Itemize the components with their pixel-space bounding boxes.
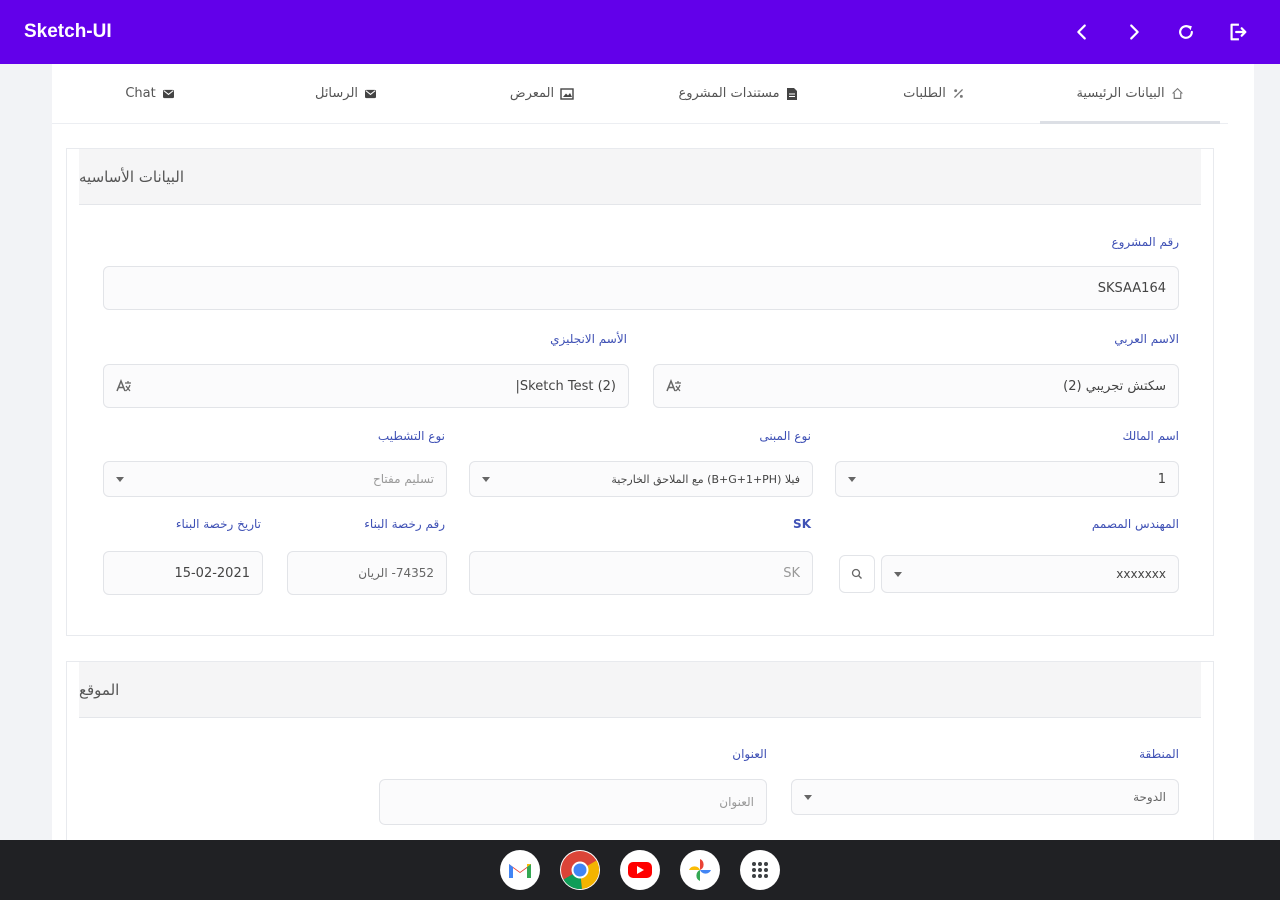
app-grid-icon (752, 862, 768, 878)
permit-number-value: 74352- الريان (358, 566, 434, 580)
arabic-name-label: الاسم العربي (1114, 332, 1179, 346)
arabic-name-field[interactable]: سكتش تجريبي (2) (653, 364, 1179, 408)
tab-label: مستندات المشروع (678, 86, 780, 101)
sk-label: SK (793, 517, 811, 531)
finishing-type-value: تسليم مفتاح (373, 472, 434, 486)
designer-search-button[interactable] (839, 555, 875, 593)
translate-icon[interactable] (666, 379, 682, 393)
gmail-app[interactable] (500, 850, 540, 890)
forward-button[interactable] (1112, 10, 1156, 54)
english-name-value: Sketch Test (2)| (515, 378, 616, 394)
permit-date-value: 15-02-2021 (174, 565, 250, 581)
youtube-app[interactable] (620, 850, 660, 890)
tab-label: الطلبات (903, 86, 946, 101)
permit-number-label: رقم رخصة البناء (364, 517, 445, 531)
building-type-label: نوع المبنى (759, 429, 811, 443)
address-placeholder: العنوان (719, 795, 754, 809)
image-icon (560, 87, 574, 100)
finishing-type-select[interactable]: تسليم مفتاح (103, 461, 447, 497)
back-button[interactable] (1060, 10, 1104, 54)
arabic-name-value: سكتش تجريبي (2) (1063, 378, 1166, 394)
basic-info-title: البيانات الأساسيه (79, 149, 1201, 205)
region-label: المنطقة (1139, 747, 1179, 761)
app-bar: Sketch-UI (0, 0, 1280, 64)
tab-label: البيانات الرئيسية (1076, 86, 1165, 101)
main-content: البيانات الرئيسية الطلبات مستندات المشرو… (52, 64, 1254, 840)
permit-date-field[interactable]: 15-02-2021 (103, 551, 263, 595)
chevron-down-icon (848, 476, 856, 482)
sk-field[interactable]: SK (469, 551, 813, 595)
chevron-down-icon (804, 794, 812, 800)
percent-icon (953, 88, 963, 99)
mail-icon (162, 89, 174, 99)
permit-number-field[interactable]: 74352- الريان (287, 551, 447, 595)
app-title: Sketch-UI (24, 21, 112, 42)
designer-engineer-value: xxxxxxx (1116, 567, 1166, 581)
logout-icon (1230, 23, 1247, 41)
refresh-icon (1179, 25, 1193, 39)
english-name-label: الأسم الانجليزي (550, 332, 627, 346)
chevron-right-icon (1130, 24, 1139, 40)
launcher-app[interactable] (740, 850, 780, 890)
region-value: الدوحة (1133, 790, 1166, 804)
mail-icon (365, 89, 377, 99)
gmail-icon (509, 864, 531, 878)
project-number-label: رقم المشروع (1111, 235, 1179, 249)
refresh-button[interactable] (1164, 10, 1208, 54)
region-select[interactable]: الدوحة (791, 779, 1179, 815)
finishing-type-label: نوع التشطيب (377, 429, 445, 443)
translate-icon[interactable] (116, 379, 132, 393)
tab-requests[interactable]: الطلبات (836, 64, 1032, 123)
home-icon (1171, 87, 1183, 99)
owner-name-select[interactable]: 1 (835, 461, 1179, 497)
building-type-value: فيلا (B+G+1+PH) مع الملاحق الخارجية (611, 472, 800, 486)
designer-engineer-label: المهندس المصمم (1091, 517, 1179, 531)
logout-button[interactable] (1216, 10, 1260, 54)
search-icon (851, 568, 862, 579)
tab-gallery[interactable]: المعرض (444, 64, 640, 123)
location-title: الموقع (79, 662, 1201, 718)
tab-project-documents[interactable]: مستندات المشروع (640, 64, 836, 123)
english-name-field[interactable]: Sketch Test (2)| (103, 364, 629, 408)
youtube-icon (628, 862, 652, 878)
address-label: العنوان (732, 747, 767, 761)
taskbar (0, 840, 1280, 900)
chevron-down-icon (482, 476, 490, 482)
tab-messages[interactable]: الرسائل (248, 64, 444, 123)
tab-label: Chat (125, 86, 156, 101)
chevron-down-icon (894, 571, 902, 577)
permit-date-label: تاريخ رخصة البناء (175, 517, 261, 531)
photos-app[interactable] (680, 850, 720, 890)
tab-bar: البيانات الرئيسية الطلبات مستندات المشرو… (52, 64, 1228, 124)
photos-icon (689, 859, 711, 881)
document-icon (786, 87, 797, 100)
building-type-select[interactable]: فيلا (B+G+1+PH) مع الملاحق الخارجية (469, 461, 813, 497)
owner-name-value: 1 (1157, 471, 1166, 487)
basic-info-card: البيانات الأساسيه رقم المشروع SKSAA164 ا… (66, 148, 1214, 636)
project-number-value: SKSAA164 (1097, 280, 1166, 296)
project-number-field[interactable]: SKSAA164 (103, 266, 1179, 310)
tab-label: الرسائل (314, 86, 359, 101)
app-bar-actions (1060, 10, 1260, 54)
tab-chat[interactable]: Chat (52, 64, 248, 123)
chrome-icon (561, 851, 600, 890)
location-card: الموقع المنطقة الدوحة العنوان العنوان (66, 661, 1214, 840)
chevron-left-icon (1077, 24, 1086, 40)
owner-name-label: اسم المالك (1122, 429, 1179, 443)
tab-label: المعرض (509, 86, 555, 101)
sk-placeholder: SK (783, 565, 800, 581)
tab-main-data[interactable]: البيانات الرئيسية (1032, 64, 1228, 124)
chevron-down-icon (116, 476, 124, 482)
designer-engineer-select[interactable]: xxxxxxx (881, 555, 1179, 593)
chrome-app[interactable] (560, 850, 600, 890)
address-field[interactable]: العنوان (379, 779, 767, 825)
